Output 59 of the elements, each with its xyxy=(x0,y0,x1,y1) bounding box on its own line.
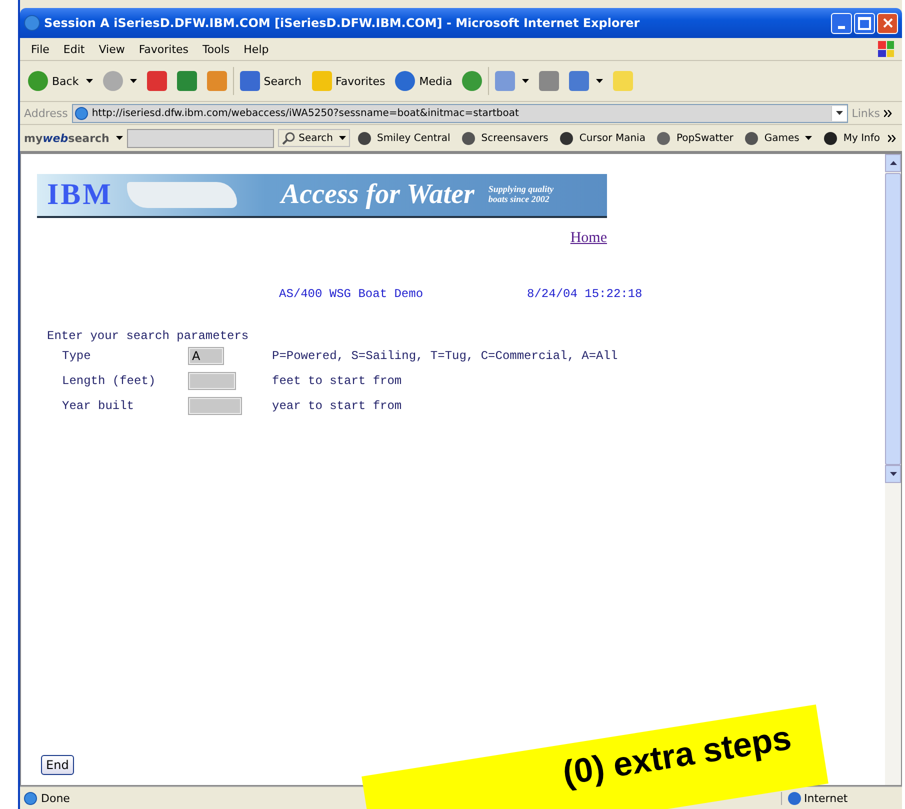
caret-icon[interactable] xyxy=(596,79,604,83)
address-field[interactable]: http://iseriesd.dfw.ibm.com/webaccess/iWA5250?sessname=boat&initmac=startboat xyxy=(72,104,848,122)
search-button[interactable]: Search xyxy=(236,69,306,93)
up-arrow-icon[interactable] xyxy=(890,161,896,165)
menu-item[interactable]: File xyxy=(24,42,56,56)
cursor-link[interactable]: Cursor Mania xyxy=(556,130,650,146)
chevron-icon[interactable] xyxy=(884,110,892,116)
caret-icon[interactable] xyxy=(116,136,124,140)
status-text: Done xyxy=(41,792,70,804)
menu-item[interactable]: Help xyxy=(236,42,276,56)
caret-icon[interactable] xyxy=(522,79,530,83)
search-button[interactable]: Search xyxy=(278,129,350,147)
field-label: Type xyxy=(62,348,92,362)
field-hint: feet to start from xyxy=(272,374,402,388)
field-hint: year to start from xyxy=(272,398,402,412)
search-field[interactable] xyxy=(127,128,274,148)
info-link[interactable]: My Info xyxy=(820,130,884,146)
field-label: Length (feet) xyxy=(62,374,157,388)
timestamp: 8/24/04 15:22:18 xyxy=(527,287,642,301)
down-arrow-icon[interactable] xyxy=(890,472,896,476)
address-url: http://iseriesd.dfw.ibm.com/webaccess/iWA5250?sessname=boat&initmac=startboat xyxy=(92,108,519,118)
address-label: Address xyxy=(24,106,68,120)
input-field[interactable] xyxy=(188,372,236,390)
end-button[interactable]: End xyxy=(41,755,74,775)
home-link[interactable]: Home xyxy=(570,230,607,247)
media-button[interactable]: Media xyxy=(391,69,456,93)
caret-icon[interactable] xyxy=(130,79,137,83)
menu-item[interactable]: Favorites xyxy=(132,42,196,56)
games-link[interactable]: Games xyxy=(741,130,816,146)
ibm-logo: IBM xyxy=(47,180,113,210)
chevron-icon[interactable] xyxy=(888,134,896,142)
prompt-text: Enter your search parameters xyxy=(46,329,250,343)
maximize-button[interactable] xyxy=(854,12,875,34)
window-title: Session A iSeriesD.DFW.IBM.COM [iSeriesD.DFW.IBM.COM] - Microsoft Internet Explorer xyxy=(44,16,641,30)
vertical-scrollbar[interactable] xyxy=(885,154,901,785)
field-label: Year built xyxy=(62,398,136,412)
phone-link[interactable]: PopSwatter xyxy=(653,130,738,146)
input-field[interactable] xyxy=(188,396,242,414)
banner-title: Access for Water xyxy=(281,179,474,211)
smiley-link[interactable]: Smiley Central xyxy=(354,130,454,146)
mywebsearch-logo[interactable]: mywebsearch xyxy=(24,132,110,144)
minimize-button[interactable] xyxy=(831,12,852,34)
favorites-button[interactable]: Favorites xyxy=(308,69,390,93)
menu-item[interactable]: View xyxy=(92,42,132,56)
banner-tagline: Supplying quality boats since 2002 xyxy=(488,185,555,205)
menu-item[interactable]: Tools xyxy=(196,42,237,56)
caret-icon xyxy=(836,111,843,115)
close-icon xyxy=(882,17,894,29)
back-button[interactable]: Back xyxy=(24,69,97,93)
input-field[interactable]: A xyxy=(188,346,224,364)
field-hint: P=Powered, S=Sailing, T=Tug, C=Commercial, A=All xyxy=(272,348,618,362)
close-button[interactable] xyxy=(877,12,898,34)
caret-icon xyxy=(338,136,346,140)
screen-title: AS/400 WSG Boat Demo xyxy=(279,287,424,301)
monitor-link[interactable]: Screensavers xyxy=(458,130,552,146)
dropdown-button[interactable] xyxy=(830,106,847,120)
menu-item[interactable]: Edit xyxy=(56,42,92,56)
windows-flag-icon xyxy=(878,41,894,57)
caret-icon[interactable] xyxy=(86,79,93,83)
